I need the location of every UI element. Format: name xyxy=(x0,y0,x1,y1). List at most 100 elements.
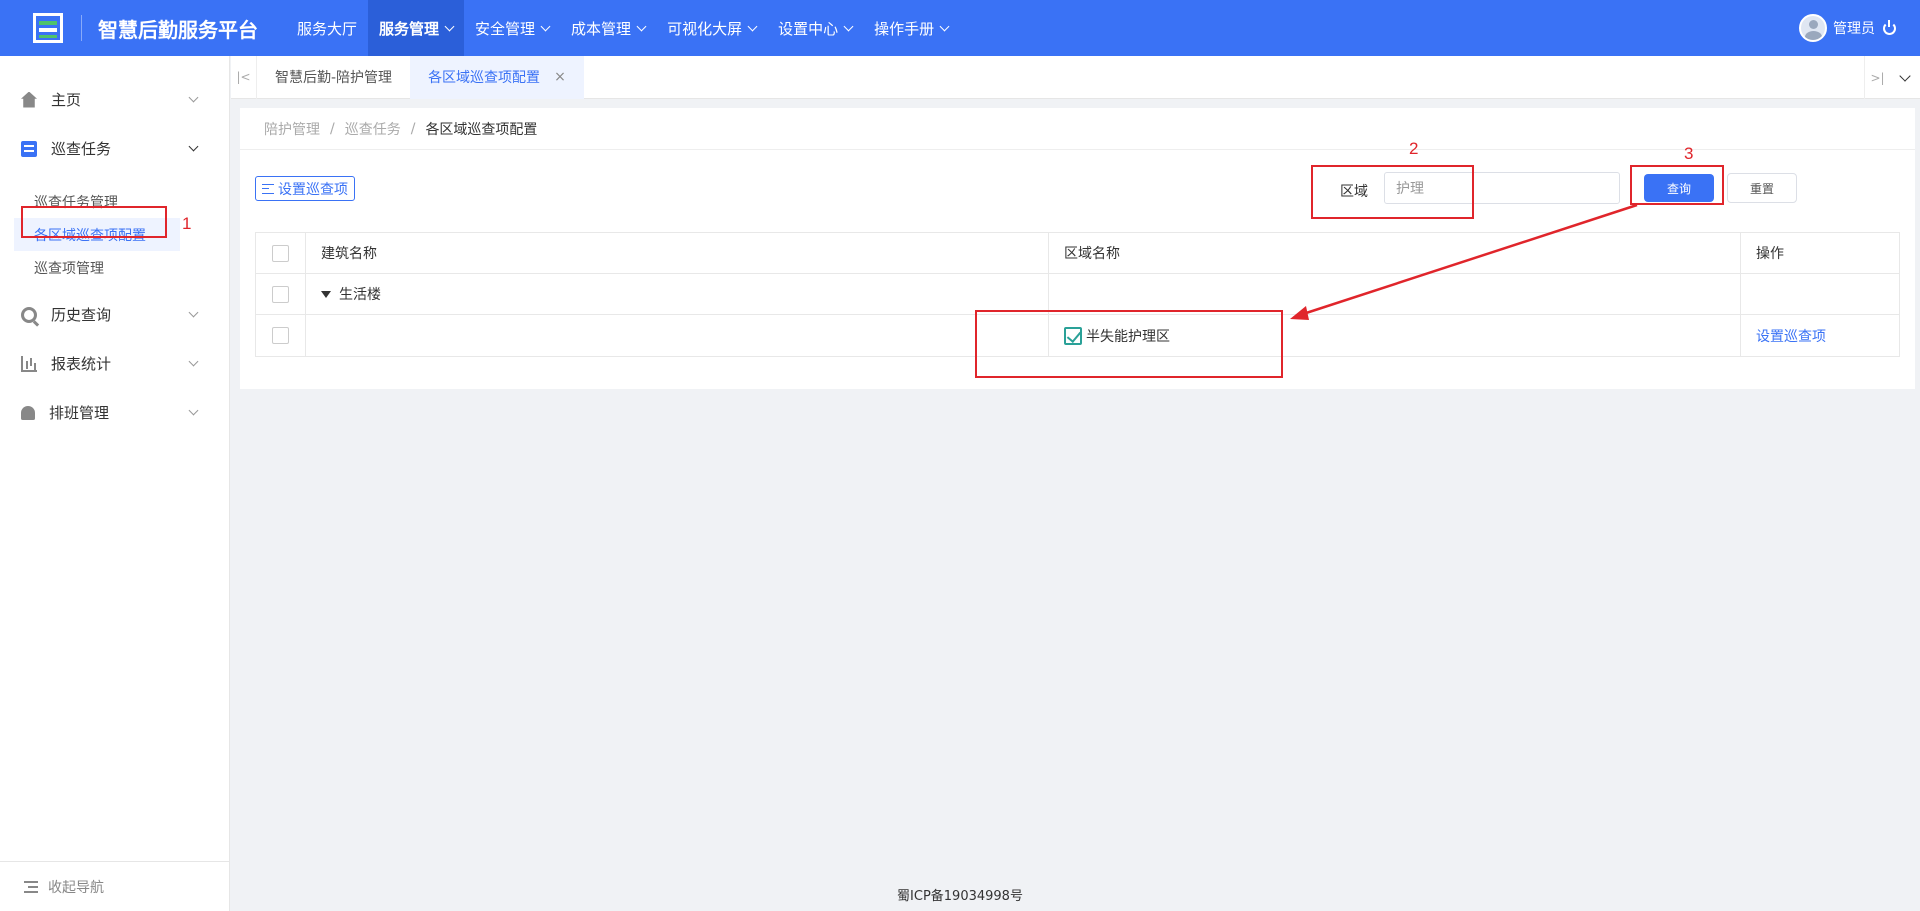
caret-down-icon[interactable] xyxy=(321,290,331,298)
column-header: 操作 xyxy=(1756,246,1784,262)
breadcrumb-separator: / xyxy=(330,120,335,137)
chevron-down-icon xyxy=(444,21,455,31)
column-header: 建筑名称 xyxy=(306,233,1049,273)
history-icon xyxy=(21,306,37,323)
tab-escort-management[interactable]: 智慧后勤-陪护管理 xyxy=(257,56,410,99)
reset-button[interactable]: 重置 xyxy=(1727,173,1797,203)
breadcrumb-current: 各区域巡查项配置 xyxy=(425,121,538,138)
chevron-down-icon xyxy=(1899,69,1911,82)
user-name: 管理员 xyxy=(1833,21,1875,37)
annotation-number-1: 1 xyxy=(182,214,192,233)
nav-label: 可视化大屏 xyxy=(667,19,743,38)
app-title: 智慧后勤服务平台 xyxy=(98,17,258,42)
nav-label: 安全管理 xyxy=(475,19,536,38)
nav-manual[interactable]: 操作手册 xyxy=(863,0,959,56)
chevron-down-icon xyxy=(540,21,551,31)
chevron-down-icon xyxy=(188,141,199,152)
power-icon[interactable] xyxy=(1883,19,1896,35)
annotation-box-1 xyxy=(21,206,167,238)
sidebar-item-history[interactable]: 历史查询 xyxy=(0,290,229,339)
select-all-checkbox[interactable] xyxy=(272,244,289,262)
footer-icp: 蜀ICP备19034998号 xyxy=(897,889,1023,904)
set-inspection-item-link[interactable]: 设置巡查项 xyxy=(1756,326,1826,346)
tab-scroll-left-icon[interactable]: |< xyxy=(231,55,257,99)
sidebar-item-label: 巡查任务 xyxy=(51,140,112,158)
user-menu[interactable]: 管理员 xyxy=(1799,0,1896,56)
tab-label: 智慧后勤-陪护管理 xyxy=(275,70,393,86)
sidebar-item-label: 报表统计 xyxy=(51,355,112,373)
nav-label: 操作手册 xyxy=(874,19,935,38)
collapse-nav-button[interactable]: 收起导航 xyxy=(0,861,229,911)
chevron-down-icon xyxy=(939,21,950,31)
top-nav: 服务大厅 服务管理 安全管理 成本管理 可视化大屏 设置中心 操作手册 xyxy=(286,0,959,56)
tab-menu-dropdown[interactable] xyxy=(1890,56,1920,99)
annotation-number-2: 2 xyxy=(1409,139,1419,158)
tabs-bar: |< 智慧后勤-陪护管理 各区域巡查项配置 × >| xyxy=(231,55,1920,99)
tab-label: 各区域巡查项配置 xyxy=(428,70,541,86)
building-cell xyxy=(306,315,1049,356)
nav-label: 服务管理 xyxy=(379,19,440,38)
breadcrumb: 陪护管理 / 巡查任务 / 各区域巡查项配置 xyxy=(240,108,1915,150)
column-header: 区域名称 xyxy=(1049,233,1741,273)
sidebar-item-stats[interactable]: 报表统计 xyxy=(0,339,229,388)
chevron-down-icon xyxy=(636,21,647,31)
sidebar-item-label: 历史查询 xyxy=(51,306,112,324)
row-select-cell xyxy=(256,274,306,314)
annotation-box-2 xyxy=(1311,165,1474,219)
row-checkbox[interactable] xyxy=(272,285,289,303)
annotation-box-result xyxy=(975,310,1283,378)
chevron-down-icon xyxy=(188,356,199,367)
action-cell xyxy=(1741,274,1899,314)
breadcrumb-separator: / xyxy=(410,120,416,137)
sidebar-subitem-item-management[interactable]: 巡查项管理 xyxy=(0,251,229,284)
task-icon xyxy=(21,140,37,157)
home-icon xyxy=(21,91,37,108)
nav-service-hall[interactable]: 服务大厅 xyxy=(286,0,368,56)
chevron-down-icon xyxy=(747,21,758,31)
sidebar-item-schedule[interactable]: 排班管理 xyxy=(0,388,229,437)
tab-area-config[interactable]: 各区域巡查项配置 × xyxy=(410,55,584,99)
chevron-down-icon xyxy=(188,405,199,416)
chevron-down-icon xyxy=(843,21,854,31)
annotation-number-3: 3 xyxy=(1684,144,1694,163)
action-cell: 设置巡查项 xyxy=(1741,315,1899,356)
set-inspection-item-button[interactable]: 设置巡查项 xyxy=(255,176,355,201)
sidebar-item-label: 主页 xyxy=(51,91,82,109)
breadcrumb-item[interactable]: 巡查任务 xyxy=(345,119,401,139)
nav-service-management[interactable]: 服务管理 xyxy=(368,0,465,56)
button-label: 设置巡查项 xyxy=(278,181,348,198)
nav-safety-management[interactable]: 安全管理 xyxy=(464,0,560,56)
settings-list-icon xyxy=(262,183,274,194)
table-header-row: 建筑名称 区域名称 操作 xyxy=(256,233,1899,274)
app-logo xyxy=(33,13,63,43)
close-icon[interactable]: × xyxy=(554,69,566,85)
building-name: 生活楼 xyxy=(339,287,381,303)
nav-label: 设置中心 xyxy=(778,19,839,38)
chevron-down-icon xyxy=(188,92,199,103)
nav-settings-center[interactable]: 设置中心 xyxy=(767,0,863,56)
sidebar-item-inspection-task[interactable]: 巡查任务 xyxy=(0,124,229,173)
stats-icon xyxy=(21,355,37,372)
collapse-icon xyxy=(24,880,38,893)
table-row: 生活楼 xyxy=(256,274,1899,315)
top-header: 智慧后勤服务平台 服务大厅 服务管理 安全管理 成本管理 可视化大屏 设置中心 … xyxy=(0,0,1920,56)
header-divider xyxy=(81,15,82,41)
nav-label: 成本管理 xyxy=(571,19,632,38)
select-all-cell xyxy=(256,233,306,273)
collapse-nav-label: 收起导航 xyxy=(48,879,104,896)
row-checkbox[interactable] xyxy=(272,327,289,344)
sidebar-item-label: 排班管理 xyxy=(49,404,110,422)
nav-label: 服务大厅 xyxy=(297,19,358,38)
row-select-cell xyxy=(256,315,306,356)
chevron-down-icon xyxy=(188,307,199,318)
sidebar-item-home[interactable]: 主页 xyxy=(0,75,229,124)
nav-cost-management[interactable]: 成本管理 xyxy=(560,0,656,56)
annotation-box-3 xyxy=(1630,165,1724,205)
nav-visual-screen[interactable]: 可视化大屏 xyxy=(656,0,767,56)
breadcrumb-item[interactable]: 陪护管理 xyxy=(264,119,320,139)
building-cell: 生活楼 xyxy=(306,274,1049,314)
bell-icon xyxy=(21,405,35,420)
sidebar: 主页 巡查任务 巡查任务管理 各区域巡查项配置 巡查项管理 历史查询 报表统计 … xyxy=(0,56,230,911)
tab-scroll-right-icon[interactable]: >| xyxy=(1864,56,1890,99)
area-cell xyxy=(1049,274,1741,314)
